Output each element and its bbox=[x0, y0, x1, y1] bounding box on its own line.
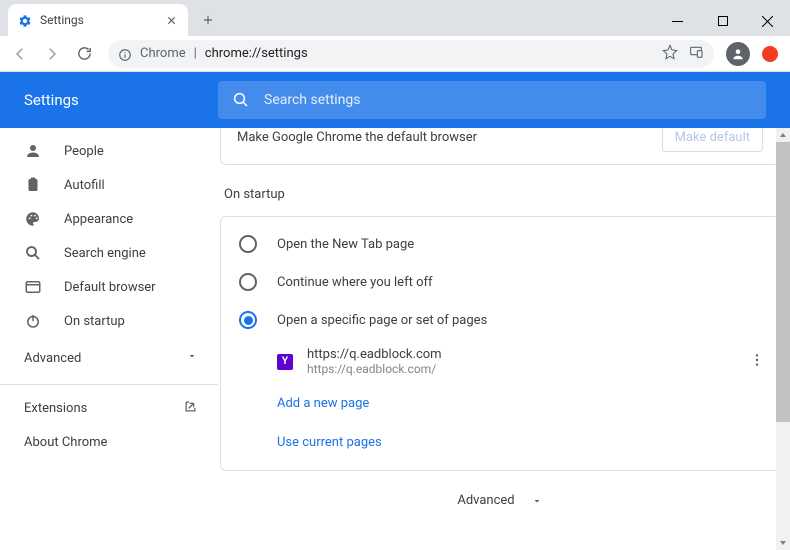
startup-page-row: Y https://q.eadblock.com https://q.eadbl… bbox=[221, 339, 779, 384]
separator bbox=[0, 384, 218, 385]
extension-icon[interactable] bbox=[756, 40, 784, 68]
sidebar-item-people[interactable]: People bbox=[0, 134, 218, 168]
url-host: Chrome bbox=[140, 46, 186, 61]
close-tab-icon[interactable] bbox=[164, 13, 178, 27]
startup-card: Open the New Tab page Continue where you… bbox=[220, 216, 780, 471]
section-title-startup: On startup bbox=[224, 187, 776, 202]
sidebar-advanced[interactable]: Advanced bbox=[0, 338, 218, 378]
radio-new-tab[interactable]: Open the New Tab page bbox=[221, 225, 779, 263]
startup-page-url: https://q.eadblock.com/ bbox=[307, 362, 442, 376]
sidebar-label: Autofill bbox=[64, 178, 105, 193]
content-area: People Autofill Appearance Search engine… bbox=[0, 128, 790, 550]
back-button[interactable] bbox=[6, 40, 34, 68]
maximize-button[interactable] bbox=[700, 6, 745, 36]
close-window-button[interactable] bbox=[745, 6, 790, 36]
clipboard-icon bbox=[24, 176, 42, 194]
browser-toolbar: Chrome | chrome://settings bbox=[0, 36, 790, 72]
scroll-thumb[interactable] bbox=[776, 142, 790, 422]
star-icon[interactable] bbox=[662, 44, 678, 64]
window-controls bbox=[655, 6, 790, 36]
sidebar-item-autofill[interactable]: Autofill bbox=[0, 168, 218, 202]
browser-tab[interactable]: Settings bbox=[8, 4, 188, 36]
chevron-down-icon bbox=[186, 350, 198, 366]
reload-button[interactable] bbox=[70, 40, 98, 68]
more-icon[interactable] bbox=[749, 352, 765, 372]
window-titlebar: Settings bbox=[0, 0, 790, 36]
sidebar-item-on-startup[interactable]: On startup bbox=[0, 304, 218, 338]
person-icon bbox=[24, 142, 42, 160]
make-default-button[interactable]: Make default bbox=[662, 128, 763, 152]
radio-continue[interactable]: Continue where you left off bbox=[221, 263, 779, 301]
page-favicon: Y bbox=[277, 354, 293, 370]
new-tab-button[interactable] bbox=[194, 6, 222, 34]
default-browser-text: Make Google Chrome the default browser bbox=[237, 130, 477, 145]
palette-icon bbox=[24, 210, 42, 228]
settings-search[interactable] bbox=[218, 81, 766, 119]
footer-advanced[interactable]: Advanced bbox=[220, 471, 780, 530]
site-info-icon[interactable] bbox=[118, 47, 132, 61]
use-current-link[interactable]: Use current pages bbox=[221, 423, 779, 462]
sidebar-item-search-engine[interactable]: Search engine bbox=[0, 236, 218, 270]
sidebar-label: People bbox=[64, 144, 104, 159]
sidebar-label: Appearance bbox=[64, 212, 133, 227]
sidebar-label: On startup bbox=[64, 314, 125, 329]
sidebar-about[interactable]: About Chrome bbox=[0, 425, 218, 459]
sidebar-label: Search engine bbox=[64, 246, 146, 261]
page-title: Settings bbox=[8, 91, 218, 109]
add-page-link[interactable]: Add a new page bbox=[221, 384, 779, 423]
startup-page-title: https://q.eadblock.com bbox=[307, 347, 442, 362]
forward-button[interactable] bbox=[38, 40, 66, 68]
main-panel: Make Google Chrome the default browser M… bbox=[218, 128, 790, 550]
address-bar[interactable]: Chrome | chrome://settings bbox=[108, 40, 714, 68]
radio-icon[interactable] bbox=[239, 235, 257, 253]
sidebar: People Autofill Appearance Search engine… bbox=[0, 128, 218, 550]
power-icon bbox=[24, 312, 42, 330]
minimize-button[interactable] bbox=[655, 6, 700, 36]
profile-avatar[interactable] bbox=[724, 40, 752, 68]
scroll-up-icon[interactable] bbox=[776, 128, 790, 142]
search-icon bbox=[24, 244, 42, 262]
search-icon bbox=[232, 91, 250, 109]
sidebar-extensions[interactable]: Extensions bbox=[0, 391, 218, 425]
chevron-down-icon bbox=[531, 495, 543, 507]
scrollbar[interactable] bbox=[776, 128, 790, 550]
scroll-down-icon[interactable] bbox=[776, 536, 790, 550]
browser-icon bbox=[24, 278, 42, 296]
sidebar-item-appearance[interactable]: Appearance bbox=[0, 202, 218, 236]
radio-icon[interactable] bbox=[239, 311, 257, 329]
default-browser-card: Make Google Chrome the default browser M… bbox=[220, 128, 780, 165]
radio-specific-page[interactable]: Open a specific page or set of pages bbox=[221, 301, 779, 339]
radio-icon[interactable] bbox=[239, 273, 257, 291]
tab-title: Settings bbox=[40, 13, 156, 27]
sidebar-item-default-browser[interactable]: Default browser bbox=[0, 270, 218, 304]
send-to-device-icon[interactable] bbox=[688, 44, 704, 64]
url-path: chrome://settings bbox=[205, 46, 308, 61]
sidebar-label: Default browser bbox=[64, 280, 156, 295]
settings-icon bbox=[18, 13, 32, 27]
external-link-icon bbox=[183, 399, 198, 418]
settings-header: Settings bbox=[0, 72, 790, 128]
search-input[interactable] bbox=[264, 92, 752, 108]
